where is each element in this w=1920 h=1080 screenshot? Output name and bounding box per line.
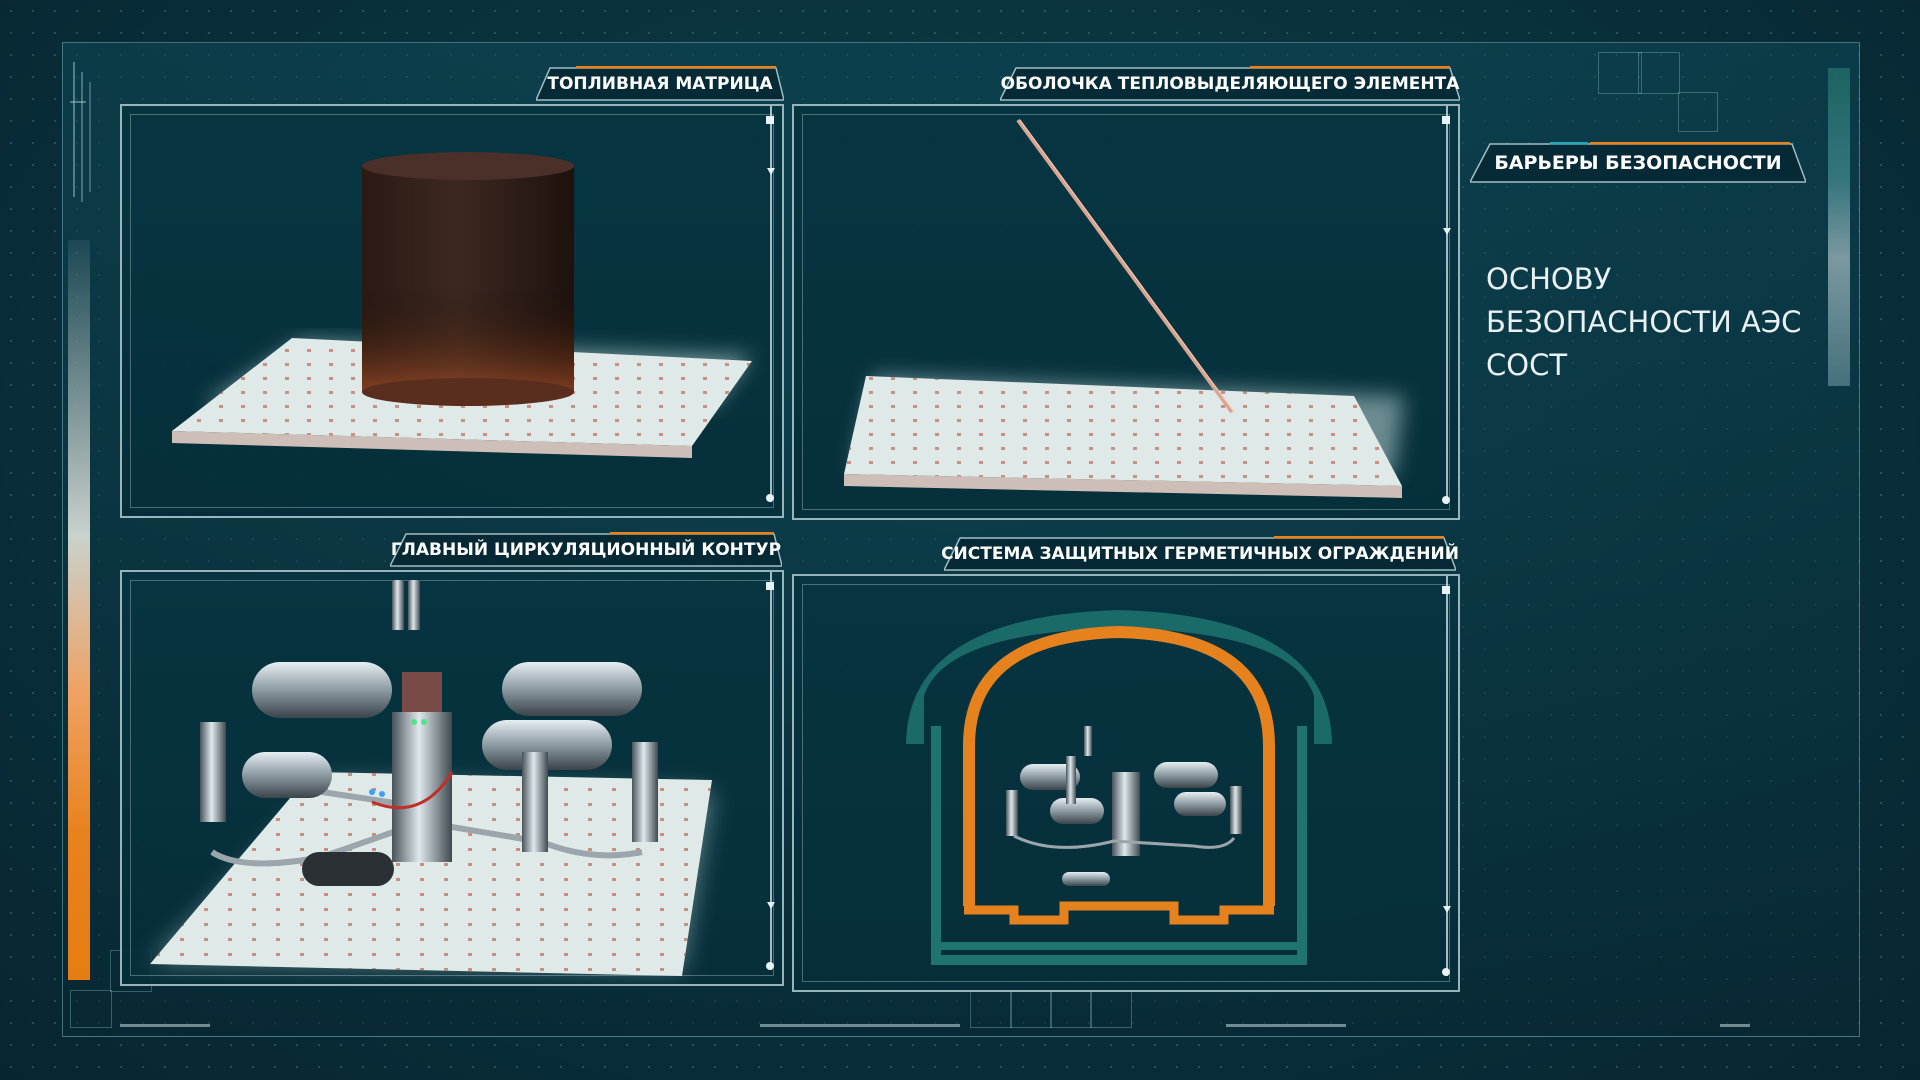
rail-arrow-icon (767, 168, 775, 175)
rail-square (766, 116, 774, 124)
rail-dot (1442, 496, 1450, 504)
deco-line (760, 1024, 960, 1027)
panel-containment (792, 574, 1460, 992)
panel-primary-circuit (120, 570, 784, 986)
deco-square (1598, 52, 1642, 94)
left-gradient-bar (68, 240, 90, 980)
tab-primary-circuit: ГЛАВНЫЙ ЦИРКУЛЯЦИОННЫЙ КОНТУР (390, 532, 782, 568)
deco-line (1720, 1024, 1750, 1027)
deco-square (1010, 990, 1052, 1028)
safety-description: ОСНОВУ БЕЗОПАСНОСТИ АЭС СОСТ (1486, 262, 1802, 382)
rail-square (766, 582, 774, 590)
rail-dot (1442, 968, 1450, 976)
deco-square (1050, 990, 1092, 1028)
tab-containment-label: СИСТЕМА ЗАЩИТНЫХ ГЕРМЕТИЧНЫХ ОГРАЖДЕНИЙ (941, 544, 1459, 564)
tab-containment: СИСТЕМА ЗАЩИТНЫХ ГЕРМЕТИЧНЫХ ОГРАЖДЕНИЙ (941, 536, 1459, 572)
deco-square (70, 990, 112, 1028)
panel-side-rail (1446, 576, 1448, 976)
tab-fuel-cladding-label: ОБОЛОЧКА ТЕПЛОВЫДЕЛЯЮЩЕГО ЭЛЕМЕНТА (1000, 74, 1460, 94)
panel-side-rail (770, 106, 772, 502)
fuel-cladding-illustration (844, 118, 1404, 498)
deco-square (1090, 990, 1132, 1028)
rail-square (1442, 586, 1450, 594)
tab-fuel-matrix: ТОПЛИВНАЯ МАТРИЦА (536, 66, 784, 102)
panel-fuel-cladding (792, 104, 1460, 520)
deco-square (1638, 52, 1680, 94)
primary-circuit-illustration (150, 580, 712, 976)
left-tick-marks (70, 62, 91, 202)
rail-dot (766, 962, 774, 970)
safety-barriers-heading-label: БАРЬЕРЫ БЕЗОПАСНОСТИ (1494, 152, 1782, 174)
deco-square (970, 990, 1012, 1028)
deco-line (120, 1024, 210, 1027)
tab-fuel-matrix-label: ТОПЛИВНАЯ МАТРИЦА (547, 74, 773, 94)
safety-barriers-heading: БАРЬЕРЫ БЕЗОПАСНОСТИ (1470, 142, 1806, 184)
deco-line (1226, 1024, 1346, 1027)
tab-fuel-cladding: ОБОЛОЧКА ТЕПЛОВЫДЕЛЯЮЩЕГО ЭЛЕМЕНТА (1000, 66, 1460, 102)
fuel-matrix-illustration (172, 152, 752, 458)
right-gradient-bar (1828, 68, 1850, 386)
tab-primary-circuit-label: ГЛАВНЫЙ ЦИРКУЛЯЦИОННЫЙ КОНТУР (390, 540, 782, 560)
containment-illustration (906, 610, 1332, 965)
panel-side-rail (1446, 106, 1448, 504)
rail-arrow-icon (1443, 906, 1451, 913)
rail-square (1442, 116, 1450, 124)
rail-dot (766, 494, 774, 502)
panel-fuel-matrix (120, 104, 784, 518)
rail-arrow-icon (1443, 228, 1451, 235)
rail-arrow-icon (767, 902, 775, 909)
deco-square (1678, 92, 1718, 132)
panel-side-rail (770, 572, 772, 970)
